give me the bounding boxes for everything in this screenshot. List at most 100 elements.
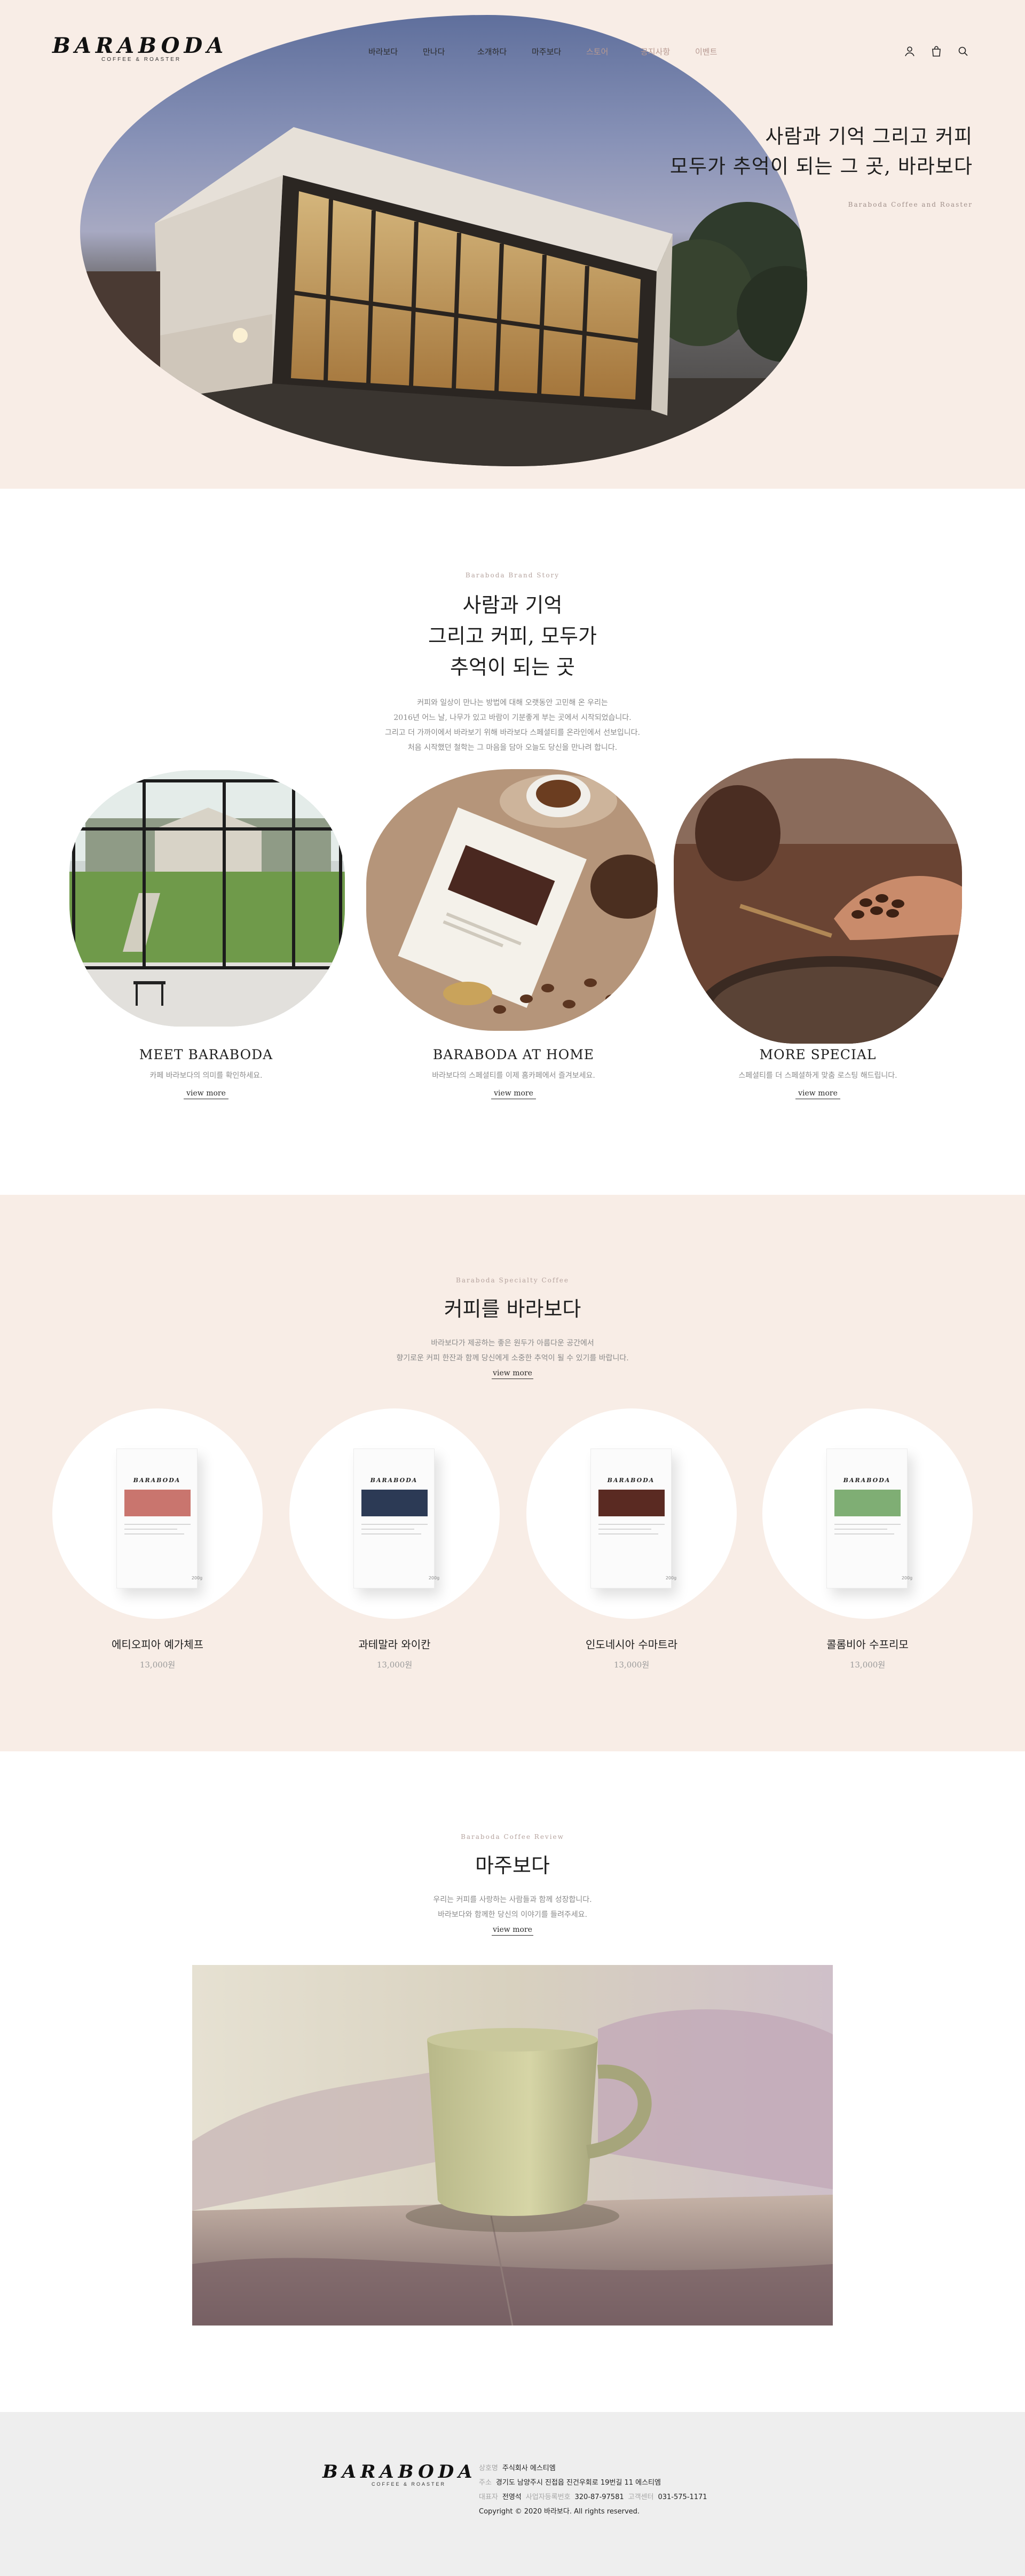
- story-desc-line: 2016년 어느 날, 나무가 있고 바람이 기분좋게 부는 곳에서 시작되었습…: [393, 714, 632, 722]
- hero-section: BARABODA COFFEE & ROASTER 바라보다 만나다 소개하다 …: [0, 0, 1025, 489]
- card-description: 스페셜티를 더 스페셜하게 맞춤 로스팅 해드립니다.: [738, 1071, 897, 1080]
- view-more-link[interactable]: view more: [492, 1369, 533, 1379]
- products-title: 커피를 바라보다: [444, 1297, 581, 1321]
- view-more-link[interactable]: view more: [795, 1089, 840, 1099]
- product-card[interactable]: BARABODA 200g 과테말라 와이칸 13,000원: [289, 1408, 500, 1670]
- cart-icon[interactable]: [930, 45, 943, 58]
- product-card[interactable]: BARABODA 200g 에티오피아 예가체프 13,000원: [52, 1408, 263, 1670]
- view-more-link[interactable]: view more: [491, 1089, 536, 1099]
- product-price: 13,000원: [139, 1660, 176, 1670]
- bag-label: [598, 1490, 665, 1516]
- story-card-home[interactable]: BARABODA AT HOME 바라보다의 스페셜티를 이제 홈카페에서 즐겨…: [366, 758, 658, 1099]
- card-title: MORE SPECIAL: [759, 1047, 877, 1062]
- story-description: 커피와 일상이 만나는 방법에 대해 오랫동안 고민해 온 우리는 2016년 …: [0, 695, 1025, 755]
- review-desc-line: 바라보다와 함께한 당신의 이야기를 들려주세요.: [438, 1911, 587, 1919]
- hero-copy: 사람과 기억 그리고 커피 모두가 추억이 되는 그 곳, 바라보다 Barab…: [670, 122, 973, 208]
- product-image: BARABODA 200g: [52, 1408, 263, 1619]
- hero-subtitle: Baraboda Coffee and Roaster: [848, 201, 973, 208]
- product-image: BARABODA 200g: [762, 1408, 973, 1619]
- product-price: 13,000원: [376, 1660, 413, 1670]
- address-row: 주소 경기도 남양주시 진접읍 진건우회로 19번길 11 에스티엠: [479, 2476, 707, 2490]
- coffee-bag-photo: [366, 769, 658, 1031]
- footer-logo[interactable]: BARABODA COFFEE & ROASTER: [322, 2461, 477, 2487]
- user-icon[interactable]: [903, 45, 916, 58]
- bag-logo: BARABODA: [370, 1477, 418, 1484]
- review-title: 마주보다: [475, 1854, 550, 1877]
- coffee-bag: BARABODA 200g: [590, 1448, 676, 1588]
- brand-logo[interactable]: BARABODA COFFEE & ROASTER: [52, 33, 227, 62]
- coffee-bag: BARABODA 200g: [116, 1448, 202, 1588]
- bag-logo: BARABODA: [843, 1477, 891, 1484]
- info-key: 대표자: [479, 2493, 498, 2501]
- story-desc-line: 그리고 더 가까이에서 바라보기 위해 바라보다 스페셜티를 온라인에서 선보입…: [385, 729, 640, 737]
- story-title-line: 사람과 기억: [462, 593, 563, 617]
- company-info: 상호명 주식회사 에스티엠 주소 경기도 남양주시 진접읍 진건우회로 19번길 1…: [479, 2461, 707, 2519]
- story-desc-line: 커피와 일상이 만나는 방법에 대해 오랫동안 고민해 온 우리는: [417, 699, 608, 707]
- bag-weight: 200g: [428, 1576, 440, 1580]
- product-name[interactable]: 인도네시아 수마트라: [526, 1636, 737, 1651]
- bag-label: [834, 1490, 901, 1516]
- product-name[interactable]: 콜롬비아 수프리모: [762, 1636, 973, 1651]
- nav-item-store[interactable]: 스토어: [586, 46, 641, 57]
- bag-weight: 200g: [191, 1576, 203, 1580]
- card-title: MEET BARABODA: [139, 1047, 273, 1062]
- brand-wordmark: BARABODA: [52, 33, 228, 58]
- nav-item-majuboda[interactable]: 마주보다: [532, 46, 586, 57]
- info-value: 주식회사 에스티엠: [502, 2464, 556, 2472]
- bag-label: [124, 1490, 191, 1516]
- info-value: 320-87-97581: [574, 2493, 624, 2501]
- card-title: BARABODA AT HOME: [432, 1047, 595, 1062]
- products-desc-line: 바라보다가 제공하는 좋은 원두가 아름다운 공간에서: [431, 1339, 594, 1348]
- view-more-link[interactable]: view more: [184, 1089, 228, 1099]
- nav-item-sogae[interactable]: 소개하다: [477, 46, 532, 57]
- products-description: 바라보다가 제공하는 좋은 원두가 아름다운 공간에서 향기로운 커피 한잔과 …: [0, 1336, 1025, 1366]
- product-list: BARABODA 200g 에티오피아 예가체프 13,000원 BARABOD…: [52, 1408, 973, 1686]
- product-price: 13,000원: [613, 1660, 650, 1670]
- view-more-link[interactable]: view more: [492, 1925, 533, 1936]
- cafe-interior-photo: [69, 770, 345, 1027]
- info-value: 031-575-1171: [658, 2493, 707, 2501]
- coffee-bag: BARABODA 200g: [353, 1448, 439, 1588]
- nav-item-notice[interactable]: 공지사항: [641, 46, 695, 57]
- info-value: 경기도 남양주시 진접읍 진건우회로 19번길 11 에스티엠: [495, 2479, 661, 2487]
- hero-headline-1: 사람과 기억 그리고 커피: [765, 125, 973, 148]
- bag-weight: 200g: [665, 1576, 677, 1580]
- company-row: 상호명 주식회사 에스티엠: [479, 2461, 707, 2476]
- story-desc-line: 처음 시작했던 철학는 그 마음을 담아 오늘도 당신을 만나려 합니다.: [407, 743, 618, 752]
- product-name[interactable]: 에티오피아 예가체프: [52, 1636, 263, 1651]
- product-card[interactable]: BARABODA 200g 인도네시아 수마트라 13,000원: [526, 1408, 737, 1670]
- bag-weight: 200g: [901, 1576, 913, 1580]
- info-key: 주소: [479, 2479, 492, 2487]
- product-name[interactable]: 과테말라 와이칸: [289, 1636, 500, 1651]
- specialty-coffee-section: Baraboda Specialty Coffee 커피를 바라보다 바라보다가…: [0, 1195, 1025, 1751]
- product-price: 13,000원: [849, 1660, 886, 1670]
- card-description: 바라보다의 스페셜티를 이제 홈카페에서 즐겨보세요.: [432, 1071, 595, 1080]
- review-section: Baraboda Coffee Review 마주보다 우리는 커피를 사랑하는…: [0, 1751, 1025, 2412]
- story-cards: MEET BARABODA 카페 바라보다의 의미를 확인하세요. view m…: [0, 758, 1025, 1099]
- coffee-bag: BARABODA 200g: [826, 1448, 912, 1588]
- brand-story-section: Baraboda Brand Story 사람과 기억 그리고 커피, 모두가 …: [0, 489, 1025, 1195]
- brand-wordmark: BARABODA: [322, 2461, 477, 2483]
- coffee-cup-photo: [192, 1965, 833, 2326]
- story-card-special[interactable]: MORE SPECIAL 스페셜티를 더 스페셜하게 맞춤 로스팅 해드립니다.…: [674, 758, 962, 1099]
- utility-menu: [903, 45, 969, 58]
- product-image: BARABODA 200g: [526, 1408, 737, 1619]
- main-nav: 바라보다 만나다 소개하다 마주보다 스토어 공지사항 이벤트: [368, 46, 750, 57]
- story-eyebrow: Baraboda Brand Story: [465, 571, 560, 579]
- story-title-line: 추억이 되는 곳: [450, 655, 575, 679]
- info-key: 상호명: [479, 2464, 498, 2472]
- story-card-meet[interactable]: MEET BARABODA 카페 바라보다의 의미를 확인하세요. view m…: [69, 758, 358, 1099]
- bag-logo: BARABODA: [133, 1477, 181, 1484]
- product-image: BARABODA 200g: [289, 1408, 500, 1619]
- review-description: 우리는 커피를 사랑하는 사람들과 함께 성장합니다. 바라보다와 함께한 당신…: [0, 1892, 1025, 1922]
- hero-cafe-photo: [80, 15, 807, 466]
- info-value: 전영석: [502, 2493, 522, 2501]
- product-card[interactable]: BARABODA 200g 콜롬비아 수프리모 13,000원: [762, 1408, 973, 1670]
- nav-item-baraboda[interactable]: 바라보다: [368, 46, 423, 57]
- story-title: 사람과 기억 그리고 커피, 모두가 추억이 되는 곳: [0, 590, 1025, 683]
- search-icon[interactable]: [957, 45, 969, 58]
- nav-item-event[interactable]: 이벤트: [695, 46, 750, 57]
- card-description: 카페 바라보다의 의미를 확인하세요.: [149, 1071, 263, 1080]
- nav-item-mannada[interactable]: 만나다: [423, 46, 477, 57]
- biz-row: 대표자 전영석 사업자등록번호 320-87-97581 고객센터 031-575-117…: [479, 2490, 707, 2504]
